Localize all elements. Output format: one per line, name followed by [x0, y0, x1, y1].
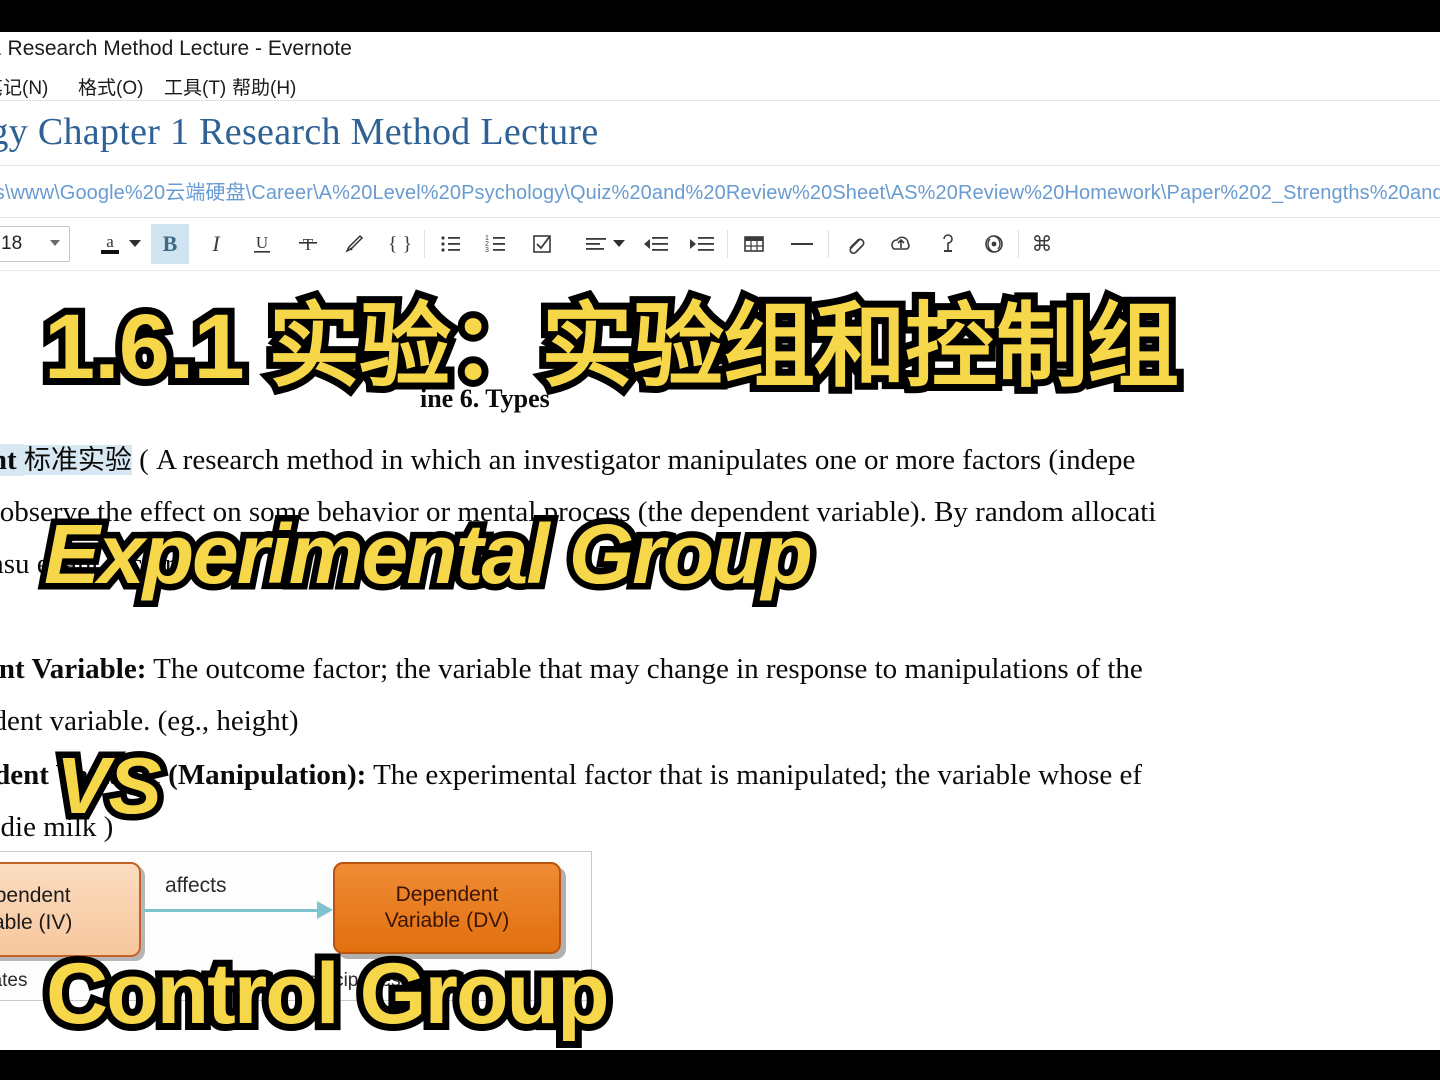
- indent-button[interactable]: [682, 224, 722, 264]
- svg-text:3: 3: [485, 247, 489, 254]
- font-size-select[interactable]: 18: [0, 226, 70, 262]
- strikethrough-icon: T: [299, 235, 317, 254]
- diagram-iv-label-1: dependent: [0, 884, 71, 908]
- italic-button[interactable]: I: [196, 224, 236, 264]
- bulleted-list-icon: [441, 236, 460, 252]
- align-dropdown-caret-icon[interactable]: [613, 240, 625, 247]
- menubar-divider: [0, 100, 1440, 101]
- strikethrough-button[interactable]: T: [288, 224, 328, 264]
- diagram-arrow-line: [143, 909, 321, 912]
- toolbar-divider-3: [828, 230, 829, 258]
- caption-title: 1.6.1 实验：实验组和控制组: [37, 289, 1186, 405]
- document-paragraph-4: lent Variable: The outcome factor; the v…: [0, 655, 1143, 684]
- svg-text:U: U: [256, 233, 268, 252]
- doc-paragraph-4-rest: The outcome factor; the variable that ma…: [153, 653, 1143, 685]
- outdent-button[interactable]: [636, 224, 676, 264]
- note-title-divider: [0, 165, 1440, 166]
- toolbar-divider-2: [727, 230, 728, 258]
- menu-bar: 笔记(N) 格式(O) 工具(T) 帮助(H): [0, 68, 1440, 101]
- doc-term-chinese: 标准实验: [23, 445, 132, 475]
- diagram-dv-label-2: Variable (DV): [384, 909, 510, 932]
- diagram-dv-label-1: Dependent: [395, 882, 499, 906]
- record-icon: [985, 235, 1003, 253]
- checkbox-icon: [533, 235, 551, 253]
- diagram-arrow-head-icon: [317, 901, 333, 919]
- diagram-sub-left: gator ates: [0, 970, 28, 991]
- menu-item-notes[interactable]: 笔记(N): [0, 73, 48, 100]
- svg-text:a: a: [106, 232, 114, 251]
- chevron-down-icon: [50, 240, 60, 246]
- font-color-icon: a: [101, 232, 119, 254]
- underline-icon: U: [254, 233, 270, 253]
- doc-paragraph-1-rest: ( A research method in which an investig…: [139, 444, 1136, 476]
- numbered-list-button[interactable]: 1 2 3: [476, 224, 516, 264]
- document-paragraph-6: ndent Variable (Manipulation): The exper…: [0, 761, 1142, 790]
- doc-independent-variable-label: ndent Variable (Manipulation):: [0, 759, 367, 791]
- highlight-button[interactable]: [334, 224, 374, 264]
- svg-text:T: T: [303, 235, 314, 254]
- menu-item-help[interactable]: 帮助(H): [232, 73, 296, 100]
- diagram-iv-label-2: ariable (IV): [0, 910, 73, 934]
- attachment-button[interactable]: [835, 224, 875, 264]
- table-button[interactable]: [734, 224, 774, 264]
- window-titlebar: pter 1 Research Method Lecture - Evernot…: [0, 32, 1440, 68]
- menu-item-format[interactable]: 格式(O): [78, 73, 143, 100]
- doc-dependent-variable-label: lent Variable:: [0, 653, 147, 685]
- insert-media-button[interactable]: [881, 224, 921, 264]
- menu-item-tools[interactable]: 工具(T): [164, 73, 226, 100]
- caption-vs: VS: [50, 735, 169, 837]
- underline-button[interactable]: U: [242, 224, 282, 264]
- formatting-toolbar: 18 a B I U T {} 1 2 3 ⌘: [0, 218, 1440, 270]
- outdent-icon: [644, 237, 668, 251]
- highlighter-icon: [345, 234, 364, 253]
- horizontal-rule-button[interactable]: [782, 224, 822, 264]
- letterbox-top: [0, 0, 1440, 32]
- window-title: pter 1 Research Method Lecture - Evernot…: [0, 37, 352, 60]
- toolbar-divider-4: [1018, 230, 1019, 258]
- document-paragraph-5: ndent variable. (eg., height): [0, 705, 299, 737]
- upload-cloud-icon: [891, 236, 910, 250]
- align-left-icon: [586, 238, 606, 250]
- caption-experimental-group: Experimental Group: [38, 501, 820, 608]
- align-button[interactable]: [576, 224, 616, 264]
- sketch-pen-icon: [943, 234, 953, 252]
- font-color-button[interactable]: a: [90, 224, 130, 264]
- italic-icon: I: [212, 231, 220, 256]
- screen-root: pter 1 Research Method Lecture - Evernot…: [0, 0, 1440, 1080]
- diagram-dv-box: Dependent Variable (DV): [333, 862, 561, 954]
- shortcut-button[interactable]: ⌘: [1022, 224, 1062, 264]
- doc-paragraph-6-rest: The experimental factor that is manipula…: [373, 759, 1143, 791]
- letterbox-bottom: [0, 1050, 1440, 1080]
- checkbox-button[interactable]: [522, 224, 562, 264]
- caption-control-group: Control Group: [39, 939, 617, 1049]
- font-size-value: 18: [1, 233, 23, 254]
- diagram-iv-box: dependent ariable (IV): [0, 862, 141, 957]
- code-braces-icon: { }: [387, 232, 413, 255]
- horizontal-rule-icon: [791, 243, 813, 245]
- bold-icon: B: [162, 231, 178, 256]
- doc-term-bold: ent: [0, 444, 17, 476]
- sketch-button[interactable]: [928, 224, 968, 264]
- bulleted-list-button[interactable]: [431, 224, 471, 264]
- font-color-dropdown-caret-icon[interactable]: [129, 240, 141, 247]
- indent-icon: [690, 237, 714, 251]
- numbered-list-icon: 1 2 3: [485, 235, 505, 254]
- paperclip-icon: [849, 238, 865, 255]
- record-audio-button[interactable]: [974, 224, 1014, 264]
- bold-button[interactable]: B: [151, 224, 189, 264]
- note-title[interactable]: ology Chapter 1 Research Method Lecture: [0, 110, 599, 154]
- note-path-text[interactable]: rs\www\Google%20云端硬盘\Career\A%20Level%20…: [0, 176, 1440, 205]
- table-icon: [744, 236, 764, 252]
- toolbar-divider-1: [424, 230, 425, 258]
- document-paragraph-1: ent 标准实验 ( A research method in which an…: [0, 444, 1136, 476]
- diagram-edge-label: affects: [165, 874, 227, 897]
- code-button[interactable]: { }: [380, 224, 420, 264]
- command-key-icon: ⌘: [1031, 232, 1053, 256]
